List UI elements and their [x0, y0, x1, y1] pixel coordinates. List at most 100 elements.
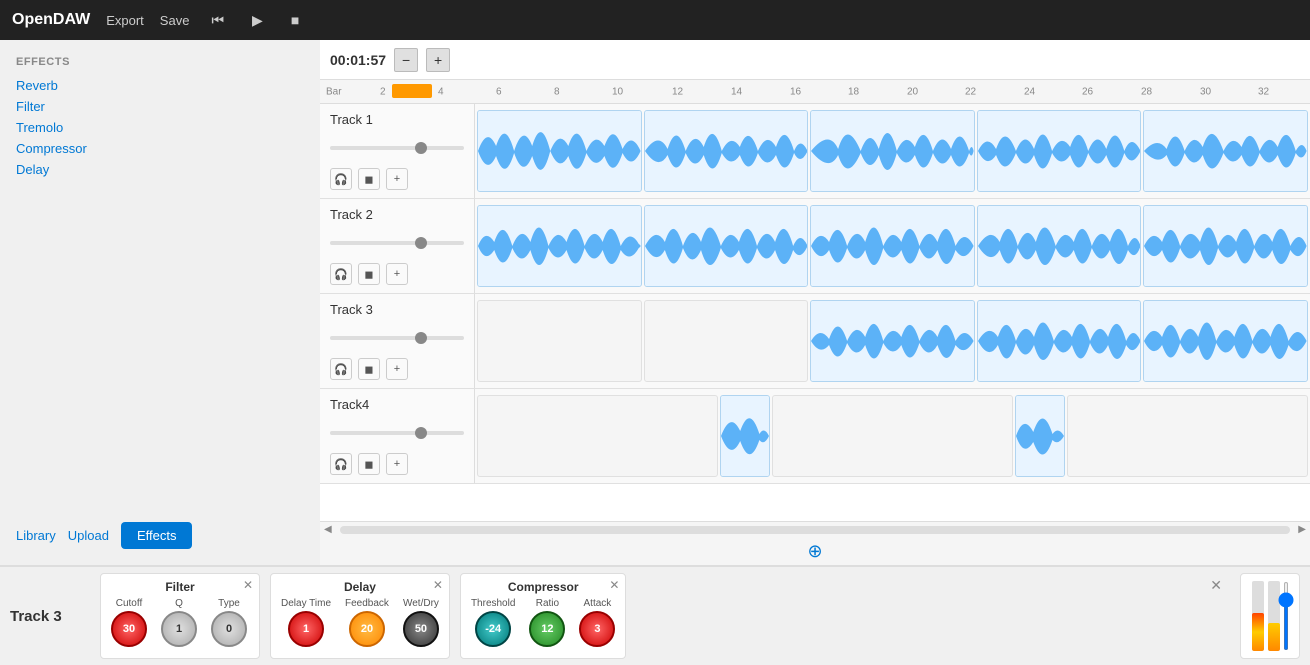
effect-panel-compressor: ✕ Compressor Threshold -24 Ratio 12 Atta… — [460, 573, 626, 659]
comp-threshold-label: Threshold — [471, 598, 515, 609]
track-mute-1[interactable]: ◼ — [358, 168, 380, 190]
clip-1-1[interactable] — [477, 110, 642, 192]
timer-plus-button[interactable]: + — [426, 48, 450, 72]
track-mute-2[interactable]: ◼ — [358, 263, 380, 285]
track-add-2[interactable]: + — [386, 263, 408, 285]
scrollbar-row: ◀ ▶ — [320, 521, 1310, 537]
library-link[interactable]: Library — [16, 528, 56, 543]
bar-ruler: Bar 2 4 6 8 10 12 14 16 18 20 22 24 26 2… — [320, 80, 1310, 104]
save-link[interactable]: Save — [160, 13, 190, 28]
track-volume-3[interactable] — [330, 336, 464, 340]
effect-panel-filter-params: Cutoff 30 Q 1 Type 0 — [111, 598, 249, 647]
track-name-2: Track 2 — [330, 207, 464, 222]
play-button[interactable]: ▶ — [246, 10, 269, 31]
track-add-4[interactable]: + — [386, 453, 408, 475]
track-name-1: Track 1 — [330, 112, 464, 127]
clip-4-2[interactable] — [720, 395, 770, 477]
clip-3-3[interactable] — [810, 300, 975, 382]
track-mute-4[interactable]: ◼ — [358, 453, 380, 475]
track-name-3: Track 3 — [330, 302, 464, 317]
effect-panel-filter-close[interactable]: ✕ — [243, 578, 253, 592]
bar-label-32: 32 — [1258, 86, 1269, 97]
comp-threshold-knob[interactable]: -24 — [475, 611, 511, 647]
track-headphones-1[interactable]: 🎧 — [330, 168, 352, 190]
clip-4-1 — [477, 395, 718, 477]
clip-1-4[interactable] — [977, 110, 1142, 192]
delay-time-knob[interactable]: 1 — [288, 611, 324, 647]
track-controls-3: 🎧 ◼ + — [330, 358, 464, 380]
clip-2-2[interactable] — [644, 205, 809, 287]
meter-bar-left — [1252, 581, 1264, 651]
timer-minus-button[interactable]: − — [394, 48, 418, 72]
track-mute-3[interactable]: ◼ — [358, 358, 380, 380]
scroll-right-arrow[interactable]: ▶ — [1294, 524, 1310, 535]
track-volume-1[interactable] — [330, 146, 464, 150]
effect-panel-delay-title: Delay — [281, 580, 439, 594]
stop-button[interactable]: ■ — [285, 10, 305, 30]
track-headphones-2[interactable]: 🎧 — [330, 263, 352, 285]
track-add-1[interactable]: + — [386, 168, 408, 190]
effect-panel-delay-close[interactable]: ✕ — [433, 578, 443, 592]
bottom-panel-close-button[interactable]: ✕ — [1210, 577, 1222, 594]
effect-reverb[interactable]: Reverb — [16, 78, 304, 93]
delay-feedback-param: Feedback 20 — [345, 598, 389, 647]
add-track-button[interactable]: ⊕ — [807, 541, 822, 562]
filter-type-knob[interactable]: 0 — [211, 611, 247, 647]
effect-panel-delay: ✕ Delay Delay Time 1 Feedback 20 Wet/Dry… — [270, 573, 450, 659]
bar-label-14: 14 — [731, 86, 742, 97]
track-volume-2[interactable] — [330, 241, 464, 245]
track-header-3: Track 3 🎧 ◼ + — [320, 294, 475, 388]
master-volume-slider[interactable] — [1284, 581, 1288, 651]
bar-label-28: 28 — [1141, 86, 1152, 97]
clip-1-5[interactable] — [1143, 110, 1308, 192]
export-link[interactable]: Export — [106, 13, 144, 28]
comp-attack-knob[interactable]: 3 — [579, 611, 615, 647]
track-headphones-4[interactable]: 🎧 — [330, 453, 352, 475]
delay-feedback-knob[interactable]: 20 — [349, 611, 385, 647]
clip-1-2[interactable] — [644, 110, 809, 192]
clip-3-4[interactable] — [977, 300, 1142, 382]
filter-cutoff-knob[interactable]: 30 — [111, 611, 147, 647]
sidebar-effects-section: EFFECTS Reverb Filter Tremolo Compressor… — [16, 56, 304, 183]
filter-q-param: Q 1 — [161, 598, 197, 647]
clip-1-3[interactable] — [810, 110, 975, 192]
effect-delay[interactable]: Delay — [16, 162, 304, 177]
track-add-3[interactable]: + — [386, 358, 408, 380]
clip-2-4[interactable] — [977, 205, 1142, 287]
track-controls-4: 🎧 ◼ + — [330, 453, 464, 475]
effect-filter[interactable]: Filter — [16, 99, 304, 114]
effects-button[interactable]: Effects — [121, 522, 193, 549]
filter-cutoff-param: Cutoff 30 — [111, 598, 147, 647]
bar-label-10: 10 — [612, 86, 623, 97]
comp-ratio-knob[interactable]: 12 — [529, 611, 565, 647]
clip-3-5[interactable] — [1143, 300, 1308, 382]
clip-3-2 — [644, 300, 809, 382]
delay-time-param: Delay Time 1 — [281, 598, 331, 647]
clip-2-5[interactable] — [1143, 205, 1308, 287]
delay-wetdry-knob[interactable]: 50 — [403, 611, 439, 647]
effect-tremolo[interactable]: Tremolo — [16, 120, 304, 135]
scroll-left-arrow[interactable]: ◀ — [320, 524, 336, 535]
track-clips-3 — [475, 294, 1310, 388]
bar-label-2: 2 — [380, 86, 386, 97]
effect-panel-compressor-close[interactable]: ✕ — [609, 578, 619, 592]
track-row-1: Track 1 🎧 ◼ + — [320, 104, 1310, 199]
scrollbar-track[interactable] — [340, 526, 1291, 534]
clip-3-1 — [477, 300, 642, 382]
upload-link[interactable]: Upload — [68, 528, 109, 543]
comp-attack-param: Attack 3 — [579, 598, 615, 647]
track-volume-4[interactable] — [330, 431, 464, 435]
timer-row: 00:01:57 − + — [320, 40, 1310, 80]
clip-2-1[interactable] — [477, 205, 642, 287]
clip-2-3[interactable] — [810, 205, 975, 287]
filter-type-param: Type 0 — [211, 598, 247, 647]
rewind-button[interactable]: ⏮ — [205, 10, 230, 31]
filter-q-knob[interactable]: 1 — [161, 611, 197, 647]
effect-panel-filter: ✕ Filter Cutoff 30 Q 1 Type 0 — [100, 573, 260, 659]
delay-feedback-label: Feedback — [345, 598, 389, 609]
sidebar: EFFECTS Reverb Filter Tremolo Compressor… — [0, 40, 320, 565]
track-headphones-3[interactable]: 🎧 — [330, 358, 352, 380]
effect-compressor[interactable]: Compressor — [16, 141, 304, 156]
clip-4-4[interactable] — [1015, 395, 1065, 477]
track-row-2: Track 2 🎧 ◼ + — [320, 199, 1310, 294]
